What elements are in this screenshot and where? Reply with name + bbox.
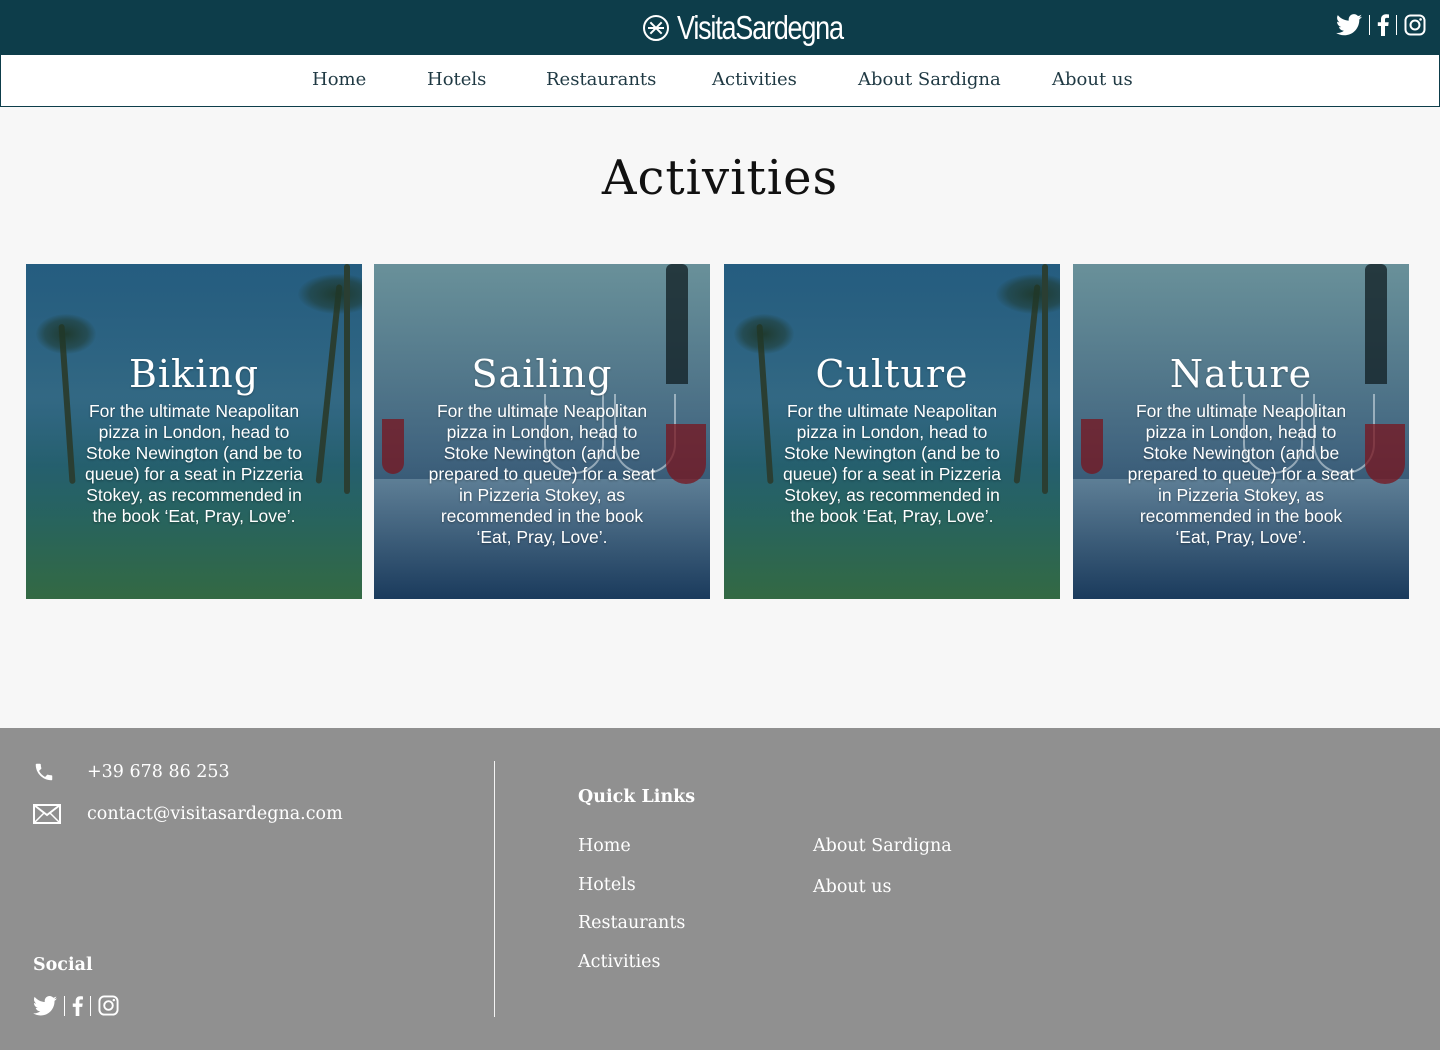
footer-link-hotels[interactable]: Hotels [578,875,636,895]
email-address: contact@visitasardegna.com [87,804,343,824]
nav-item-restaurants[interactable]: Restaurants [546,69,656,90]
phone-number: +39 678 86 253 [87,762,230,782]
footer-social-links [33,995,119,1016]
card-title: Nature [1169,352,1313,396]
quick-links-heading: Quick Links [578,787,696,807]
footer-link-restaurants[interactable]: Restaurants [578,913,685,933]
card-description: For the ultimate Neapolitan pizza in Lon… [85,401,303,526]
site-logo[interactable]: VisitaSardegna [643,8,879,48]
footer-link-about-sardigna[interactable]: About Sardigna [813,836,952,856]
logo-emblem-icon [643,15,669,41]
nav-item-about-sardigna[interactable]: About Sardigna [858,69,1001,90]
page-title: Activities [601,150,839,206]
divider [1369,15,1370,35]
card-description: For the ultimate Neapolitan pizza in Lon… [783,401,1001,526]
divider [64,995,65,1016]
twitter-icon[interactable] [33,995,57,1016]
facebook-icon[interactable] [1377,14,1389,36]
activity-card-sailing[interactable]: Sailing For the ultimate Neapolitan pizz… [374,264,710,599]
activity-card-culture[interactable]: Culture For the ultimate Neapolitan pizz… [724,264,1060,599]
divider [90,995,91,1016]
card-description: For the ultimate Neapolitan pizza in Lon… [1127,401,1355,547]
footer-email[interactable]: contact@visitasardegna.com [33,804,343,824]
activity-card-biking[interactable]: Biking For the ultimate Neapolitan pizza… [26,264,362,599]
main-navigation: Home Hotels Restaurants Activities About… [0,54,1440,107]
footer-link-home[interactable]: Home [578,836,631,856]
nav-item-home[interactable]: Home [312,69,366,90]
footer-phone[interactable]: +39 678 86 253 [33,761,230,783]
nav-item-activities[interactable]: Activities [712,69,797,90]
twitter-icon[interactable] [1336,14,1362,36]
footer-link-activities[interactable]: Activities [578,952,661,972]
card-description: For the ultimate Neapolitan pizza in Lon… [428,401,656,547]
facebook-icon[interactable] [72,995,83,1016]
top-header: VisitaSardegna [0,0,1440,54]
social-heading: Social [33,955,93,975]
instagram-icon[interactable] [98,995,119,1016]
card-title: Biking [128,352,260,396]
instagram-icon[interactable] [1404,14,1426,36]
footer-divider [494,761,495,1017]
site-footer: +39 678 86 253 contact@visitasardegna.co… [0,728,1440,1050]
activity-card-nature[interactable]: Nature For the ultimate Neapolitan pizza… [1073,264,1409,599]
nav-item-about-us[interactable]: About us [1052,69,1133,90]
nav-item-hotels[interactable]: Hotels [427,69,486,90]
footer-link-about-us[interactable]: About us [813,877,892,897]
mail-icon [33,804,61,824]
card-title: Culture [815,352,969,396]
card-title: Sailing [471,352,613,396]
header-social-links [1336,14,1426,36]
phone-icon [33,761,61,783]
divider [1396,15,1397,35]
site-logo-text: VisitaSardegna [677,9,844,46]
